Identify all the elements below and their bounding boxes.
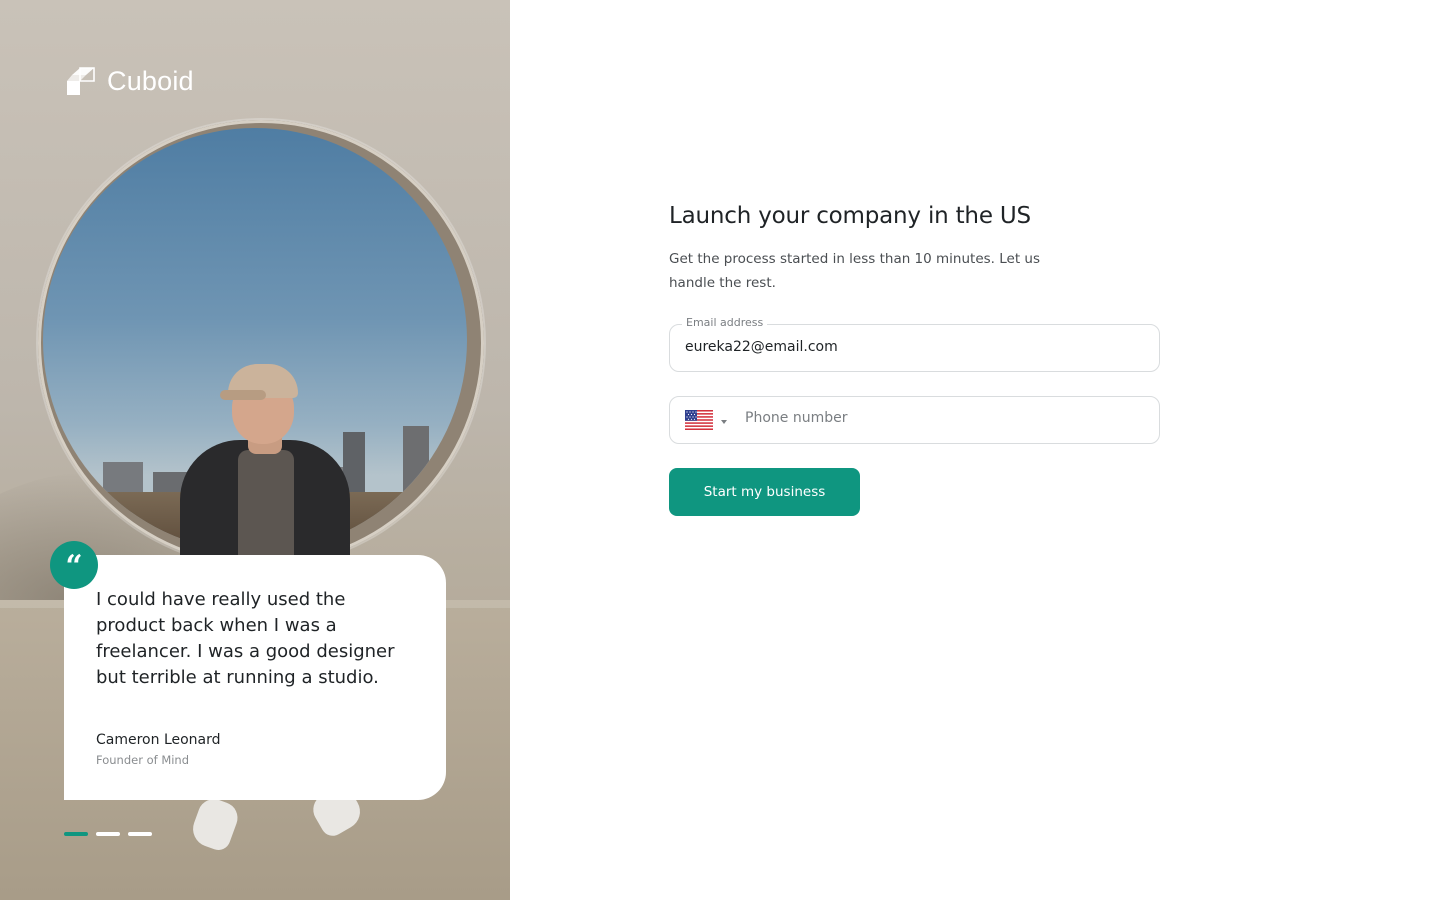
quote-mark: “ bbox=[65, 549, 83, 584]
testimonial-role: Founder of Mind bbox=[96, 753, 190, 767]
chevron-down-icon bbox=[721, 420, 727, 424]
email-field[interactable]: Email address bbox=[669, 316, 1160, 372]
brand-logo[interactable]: Cuboid bbox=[66, 66, 194, 97]
testimonial-author: Cameron Leonard bbox=[96, 732, 221, 748]
carousel-dots bbox=[64, 832, 152, 836]
carousel-dot-1[interactable] bbox=[64, 832, 88, 836]
page-subtitle: Get the process started in less than 10 … bbox=[669, 251, 1041, 291]
email-label: Email address bbox=[682, 316, 768, 329]
testimonial-quote: I could have really used the product bac… bbox=[96, 589, 395, 688]
start-business-button[interactable]: Start my business bbox=[669, 468, 860, 516]
brand-name: Cuboid bbox=[107, 66, 194, 96]
person-shirt bbox=[238, 450, 294, 570]
cube-logo-icon bbox=[66, 67, 95, 96]
signup-form: Launch your company in the US Get the pr… bbox=[669, 200, 1160, 516]
us-flag-icon bbox=[685, 410, 713, 434]
country-code-select[interactable] bbox=[685, 410, 727, 434]
shoe-left bbox=[187, 794, 243, 854]
testimonial-card: I could have really used the product bac… bbox=[64, 555, 446, 800]
carousel-dot-2[interactable] bbox=[96, 832, 120, 836]
person-cap-brim bbox=[220, 390, 266, 400]
carousel-dot-3[interactable] bbox=[128, 832, 152, 836]
page-title: Launch your company in the US bbox=[669, 203, 1031, 229]
email-input[interactable] bbox=[685, 339, 1145, 355]
quote-icon: “ bbox=[50, 541, 98, 589]
phone-input[interactable] bbox=[745, 410, 1145, 426]
phone-field[interactable] bbox=[669, 396, 1160, 444]
hero-panel: Cuboid I could have really used the prod… bbox=[0, 0, 510, 900]
